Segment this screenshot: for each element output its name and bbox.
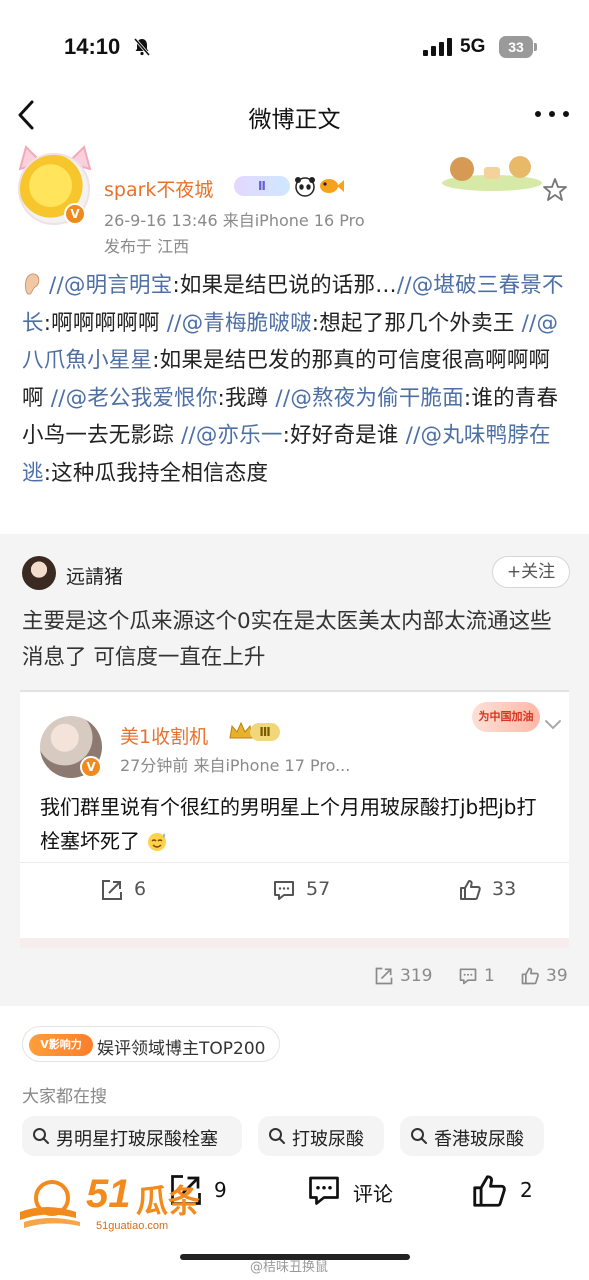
repost-separator: //	[275, 385, 291, 411]
quoted-like-count: 33	[492, 878, 517, 900]
quoted-level-badge: Ⅲ	[250, 723, 280, 741]
battery-icon: 33	[499, 36, 537, 58]
repost-separator: //	[42, 273, 64, 298]
quoted-post-text: 我们群里说有个很红的男明星上个月用玻尿酸打jb把jb打栓塞坏死了	[40, 790, 554, 858]
star-icon[interactable]	[542, 177, 568, 203]
repost-separator: //	[50, 385, 66, 411]
fish-icon	[320, 179, 344, 193]
trending-chip-label: 香港玻尿酸	[434, 1129, 524, 1150]
network-type: 5G	[460, 36, 486, 57]
like-count: 2	[520, 1178, 533, 1202]
bell-mute-icon	[134, 38, 150, 56]
search-icon	[269, 1128, 285, 1144]
quoted-post-card[interactable]: V 美1收割机 Ⅲ 27分钟前 来自iPhone 17 Pro... 为中国加油…	[20, 690, 569, 948]
trending-chip-label: 打玻尿酸	[292, 1129, 364, 1150]
trending-heading: 大家都在搜	[22, 1087, 107, 1107]
sweat-smile-emoji-icon	[148, 833, 167, 851]
page-title: 微博正文	[248, 107, 341, 133]
repost-separator: //	[396, 273, 412, 298]
influence-badge[interactable]: V影响力 娱评领域博主TOP200	[22, 1026, 280, 1062]
post-text-segment: :我蹲	[217, 385, 276, 411]
post-text-segment: :啊啊啊啊啊	[43, 310, 167, 336]
post-location: 发布于 江西	[104, 237, 190, 256]
level-badge: Ⅱ	[234, 176, 290, 196]
battery-level: 33	[499, 36, 533, 58]
status-bar: 14:10 5G 33	[0, 0, 589, 90]
ear-icon	[24, 273, 40, 295]
panda-icon	[295, 177, 315, 197]
retweet-area: 远請猪 +关注 主要是这个瓜来源这个0实在是太医美太内部太流通这些消息了 可信度…	[0, 534, 589, 1006]
weibo-watermark: @桔味丑换鼠	[250, 1260, 329, 1275]
follow-button[interactable]: +关注	[492, 556, 570, 588]
post-text-segment: :好好奇是谁	[282, 423, 406, 448]
mention-link[interactable]: @明言明宝	[64, 273, 173, 298]
quoted-post-meta: 27分钟前 来自iPhone 17 Pro...	[120, 756, 351, 775]
repost-count: 9	[214, 1178, 227, 1202]
thumbs-up-icon	[473, 1175, 506, 1207]
post-body: //@明言明宝:如果是结巴说的话那…//@堪破三春景不长:啊啊啊啊啊 //@青梅…	[22, 267, 570, 492]
repost-icon	[102, 880, 122, 900]
mention-link[interactable]: @亦乐一	[196, 423, 283, 448]
mention-link[interactable]: @熬夜为偷干脆面	[290, 386, 464, 411]
quoted-post-text-content: 我们群里说有个很红的男明星上个月用玻尿酸打jb把jb打栓塞坏死了	[40, 795, 537, 853]
comment-icon	[309, 1176, 339, 1205]
quoted-comment-count: 57	[306, 878, 331, 900]
quoted-user-name[interactable]: 美1收割机	[120, 722, 208, 749]
more-icon[interactable]	[532, 102, 572, 126]
retweet-like-count: 39	[546, 966, 568, 986]
retweet-user-name[interactable]: 远請猪	[66, 562, 123, 589]
retweet-user-avatar[interactable]	[22, 556, 56, 590]
trending-chip[interactable]: 男明星打玻尿酸栓塞	[22, 1116, 242, 1156]
china-cheer-badge: 为中国加油	[472, 702, 540, 732]
repost-separator: //	[166, 310, 182, 336]
post-text-segment: :想起了那几个外卖王	[311, 310, 522, 336]
comment-label: 评论	[353, 1182, 393, 1206]
retweet-repost-count: 319	[400, 966, 433, 986]
status-time: 14:10	[64, 34, 121, 59]
vip-badge-icon: V	[80, 756, 102, 778]
repost-separator: //	[180, 423, 196, 448]
post-meta: 26-9-16 13:46 来自iPhone 16 Pro	[104, 211, 365, 230]
search-icon	[33, 1128, 49, 1144]
thumbs-up-icon	[460, 880, 481, 900]
retweet-text: 主要是这个瓜来源这个0实在是太医美太内部太流通这些消息了 可信度一直在上升	[22, 609, 552, 670]
trending-chip[interactable]: 香港玻尿酸	[400, 1116, 544, 1156]
post-text-segment: :如果是结巴说的话那…	[172, 273, 397, 298]
influence-text: 娱评领域博主TOP200	[97, 1039, 266, 1059]
trending-chip-label: 男明星打玻尿酸栓塞	[56, 1129, 218, 1150]
repost-separator: //	[405, 423, 421, 448]
nav-bar: 微博正文	[0, 90, 589, 142]
influence-tag: V影响力	[29, 1034, 93, 1056]
comment-icon	[274, 881, 294, 900]
chevron-down-icon[interactable]	[544, 718, 562, 732]
comment-icon	[459, 968, 477, 985]
signal-icon	[423, 38, 452, 56]
vip-badge-icon: V	[64, 203, 86, 225]
mention-link[interactable]: @老公我爱恨你	[66, 386, 218, 411]
post-text-segment: :这种瓜我持全相信态度	[43, 460, 269, 486]
mention-link[interactable]: @青梅脆啵啵	[182, 311, 312, 336]
author-name[interactable]: spark不夜城	[104, 175, 213, 202]
watermark-url: 51guatiao.com	[96, 1220, 169, 1232]
repost-separator: //	[521, 310, 537, 336]
pets-decoration-icon	[442, 156, 542, 191]
thumbs-up-icon	[521, 967, 539, 985]
comment-button[interactable]: 评论	[305, 1170, 405, 1212]
search-icon	[411, 1128, 427, 1144]
watermark-brand-name: 瓜条	[136, 1182, 201, 1220]
retweet-comment-count: 1	[484, 966, 495, 986]
repost-icon	[375, 967, 393, 985]
trending-chip[interactable]: 打玻尿酸	[258, 1116, 384, 1156]
like-button[interactable]: 2	[470, 1170, 540, 1212]
watermark-brand-number: 51	[86, 1172, 131, 1216]
quoted-repost-count: 6	[134, 878, 147, 900]
